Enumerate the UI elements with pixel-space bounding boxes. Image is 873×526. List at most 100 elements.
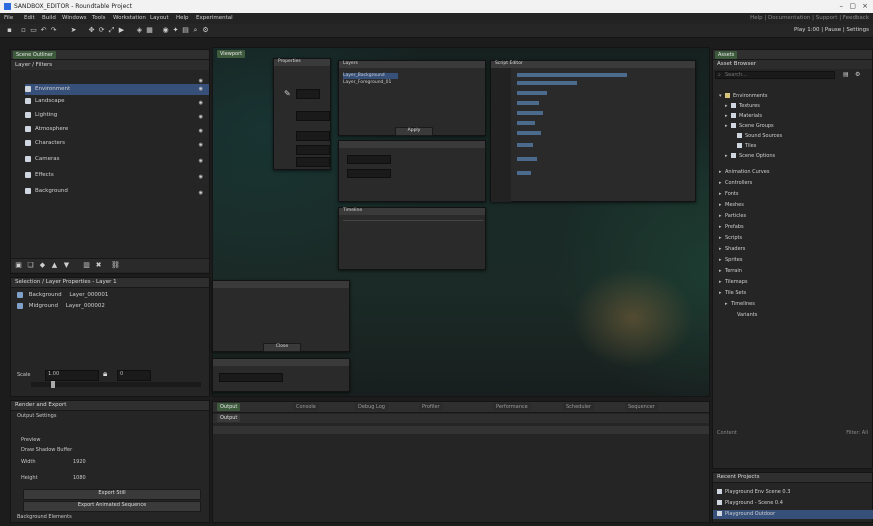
gear-icon[interactable]: ⚙ [202,27,209,34]
tab-scene-outliner[interactable]: Scene Outliner [13,51,56,59]
menu-build[interactable]: Build [42,15,56,21]
export-still-button[interactable]: Export Still [23,489,201,500]
visibility-icon[interactable]: ◉ [199,174,203,180]
offset-input[interactable]: 0 [117,370,151,381]
layer-list-item[interactable]: Layer_Background [343,73,398,79]
menu-right-links[interactable]: Help | Documentation | Support | Feedbac… [750,15,869,21]
menu-workstation[interactable]: Workstation [113,15,146,21]
grid-icon[interactable]: ▦ [146,27,153,34]
menu-edit[interactable]: Edit [24,15,35,21]
new-icon[interactable]: ▫ [20,27,27,34]
property-row[interactable]: Background Layer_000001 [17,290,108,301]
tab-output[interactable]: Output [217,403,241,411]
asset-footer-right[interactable]: Filter: All [846,430,868,436]
input-field[interactable] [219,373,283,382]
checkbox-icon[interactable] [17,291,23,298]
outliner-item[interactable]: Landscape [25,96,65,107]
property-field[interactable] [296,145,330,155]
menu-experimental[interactable]: Experimental [196,15,233,21]
filter-icon[interactable]: ▤ [843,71,849,78]
visibility-icon[interactable]: ◉ [199,78,203,84]
select-icon[interactable]: ➤ [70,27,77,34]
tree-item[interactable]: Tiles [731,142,756,151]
tree-item[interactable]: ▸ Animation Curves [719,168,769,177]
visibility-icon[interactable]: ◉ [199,190,203,196]
height-value[interactable]: 1080 [73,475,86,481]
outliner-item[interactable]: Cameras [25,154,59,165]
tree-item[interactable]: ▸ Textures [725,102,760,111]
detail-field[interactable] [347,155,391,164]
tree-item[interactable]: ▸ Particles [719,212,746,221]
view-options-icon[interactable]: ⚙ [855,71,860,78]
add-layer-icon[interactable]: ▣ [15,262,22,269]
tab-profiler[interactable]: Profiler [419,403,443,411]
minimize-icon[interactable]: – [840,2,844,10]
outliner-item[interactable]: Effects [25,170,54,181]
playback-controls[interactable]: Play 1:00 | Pause | Settings [794,27,869,33]
lock-icon[interactable]: 🔒︎ [103,369,107,379]
move-up-icon[interactable]: ▲ [51,262,58,269]
rotate-icon[interactable]: ⟳ [98,27,105,34]
detail-field[interactable] [347,169,391,178]
tree-item[interactable]: ▸ Shaders [719,245,745,254]
visibility-icon[interactable]: ◉ [199,158,203,164]
tab-sequencer[interactable]: Sequencer [625,403,658,411]
redo-icon[interactable]: ↷ [50,27,57,34]
property-field[interactable] [296,131,330,141]
play-icon[interactable]: ▶ [118,27,125,34]
tree-item[interactable]: ▸ Sprites [719,256,742,265]
tree-item[interactable]: ▸ Timelines [725,300,755,309]
light-icon[interactable]: ✦ [172,27,179,34]
preview-option[interactable]: Preview [21,437,40,443]
outliner-item[interactable]: Characters [25,138,65,149]
tree-item[interactable]: ▸ Prefabs [719,223,744,232]
export-sequence-button[interactable]: Export Animated Sequence [23,501,201,512]
undo-icon[interactable]: ↶ [40,27,47,34]
tab-viewport[interactable]: Viewport [217,50,246,58]
tree-item[interactable]: ▸ Fonts [719,190,739,199]
tree-item[interactable]: ▾ Environments [719,92,768,101]
tree-item[interactable]: ▸ Scene Groups [725,122,774,131]
tree-item[interactable]: ▸ Scene Options [725,152,775,161]
property-field[interactable] [296,157,330,167]
slider-handle[interactable] [51,381,55,388]
property-row[interactable]: Midground Layer_000002 [17,301,105,312]
snap-icon[interactable]: ◈ [136,27,143,34]
visibility-icon[interactable]: ◉ [199,84,203,95]
move-down-icon[interactable]: ▼ [63,262,70,269]
tab-debug-log[interactable]: Debug Log [355,403,388,411]
checkbox-icon[interactable] [17,302,23,309]
scale-icon[interactable]: ⤢ [108,27,115,34]
outliner-item[interactable]: Atmosphere [25,124,68,135]
open-icon[interactable]: ▭ [30,27,37,34]
tree-item[interactable]: ▸ Materials [725,112,762,121]
menu-file[interactable]: File [4,15,13,21]
tab-console[interactable]: Console [293,403,319,411]
outliner-item[interactable]: Lighting [25,110,57,121]
tree-item[interactable]: Sound Sources [731,132,782,141]
outliner-item[interactable]: Background [25,186,68,197]
layers-icon[interactable]: ▤ [182,27,189,34]
camera-icon[interactable]: ◉ [162,27,169,34]
scale-input[interactable]: 1.00 [45,370,99,381]
scale-slider[interactable] [31,381,201,388]
tree-item[interactable]: ▸ Scripts [719,234,742,243]
menu-layout[interactable]: Layout [150,15,169,21]
move-icon[interactable]: ✥ [88,27,95,34]
save-icon[interactable]: ▪ [6,27,13,34]
tree-item[interactable]: ▸ Controllers [719,179,752,188]
tree-item[interactable]: ▸ Meshes [719,201,744,210]
tab-assets[interactable]: Assets [715,51,738,59]
search-icon[interactable]: ⌕ [192,27,199,34]
tree-item[interactable]: ▸ Tilemaps [719,278,747,287]
maximize-icon[interactable]: ▢ [849,2,856,10]
folder-icon[interactable]: ▥ [83,262,90,269]
subtab-output[interactable]: Output [217,414,241,422]
visibility-icon[interactable]: ◉ [199,142,203,148]
shadow-buffer-option[interactable]: Draw Shadow Buffer [21,447,72,453]
recent-project-item[interactable]: Playground Env Scene 0.3 [717,488,790,497]
delete-icon[interactable]: ✖ [95,262,102,269]
width-value[interactable]: 1920 [73,459,86,465]
tree-item[interactable]: ▸ Terrain [719,267,742,276]
recent-project-item[interactable]: Playground - Scene 0.4 [717,499,783,508]
